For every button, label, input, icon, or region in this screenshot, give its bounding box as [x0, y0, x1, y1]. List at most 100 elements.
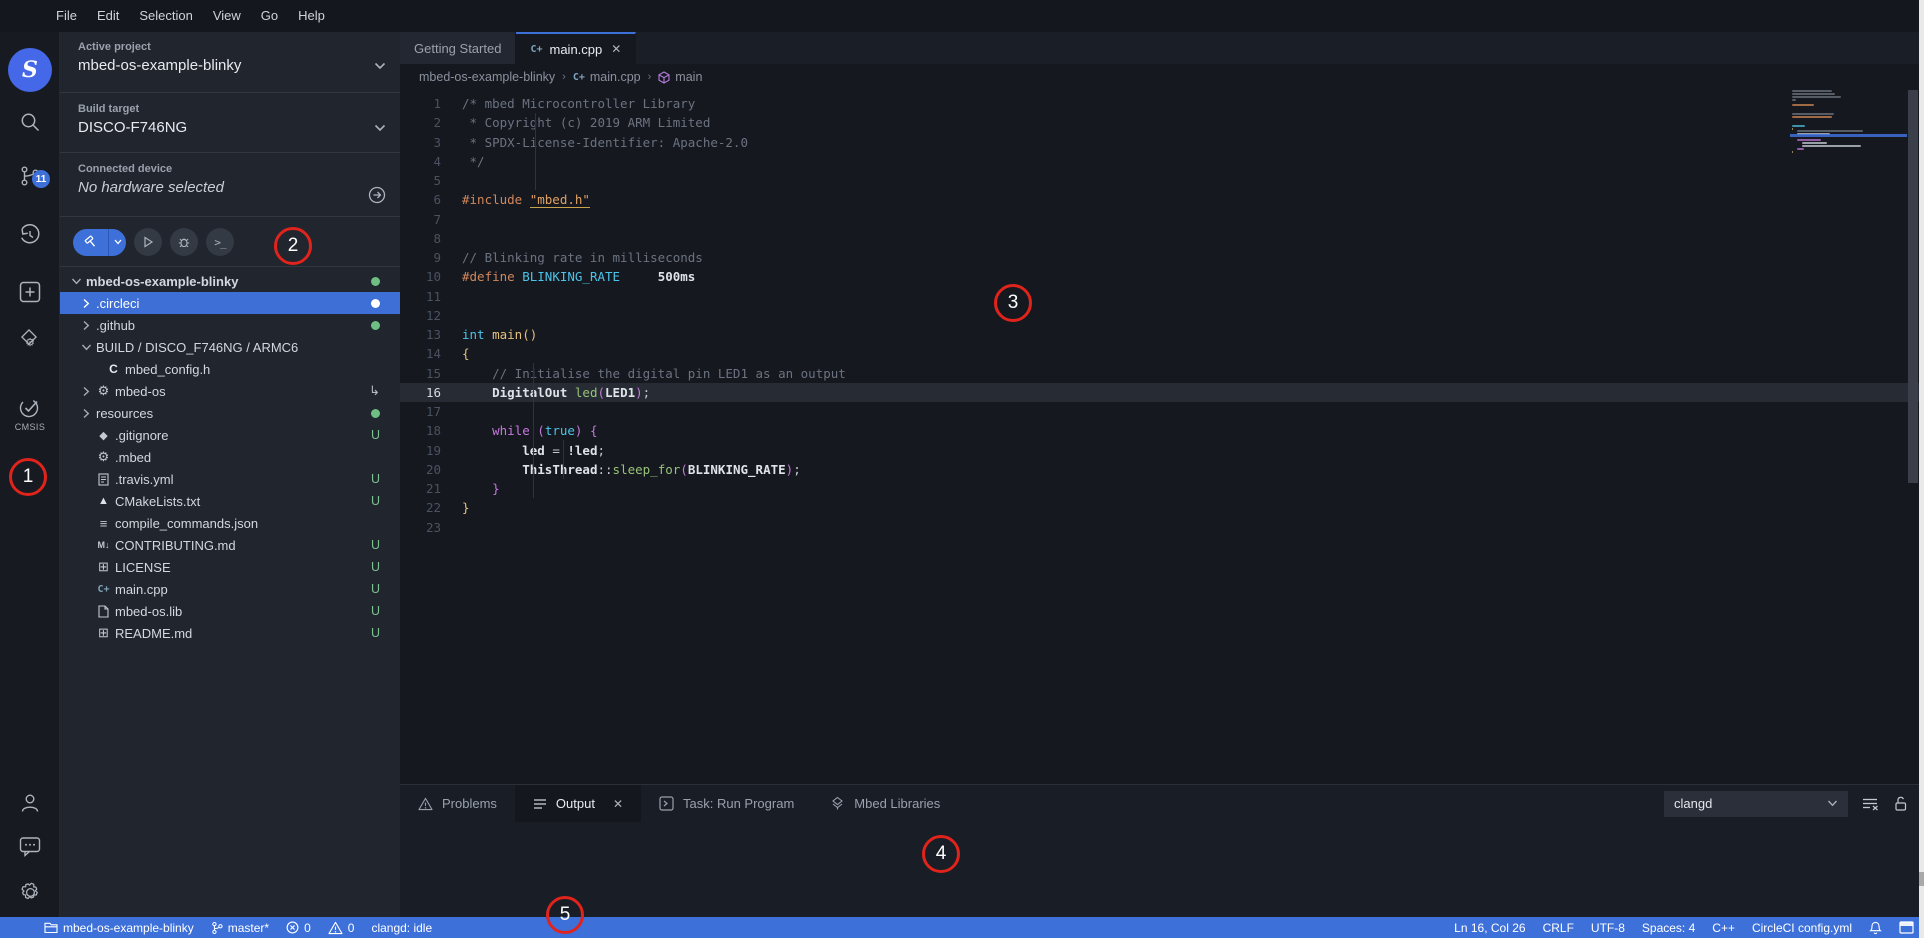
output-panel-body[interactable]	[400, 822, 1924, 918]
window-scrollbar-thumb[interactable]	[1919, 872, 1924, 886]
panel-tab-task-run-program[interactable]: Task: Run Program	[641, 785, 812, 822]
status-c++[interactable]: C++	[1712, 921, 1735, 935]
menu-edit[interactable]: Edit	[87, 0, 129, 32]
terminal-button[interactable]: >_	[206, 228, 234, 256]
code-line-4[interactable]: 4 */	[400, 152, 1924, 171]
status-0[interactable]: 0	[286, 921, 311, 935]
cmsis-icon[interactable]: CMSIS	[0, 389, 60, 437]
tree-item--gitignore[interactable]: ◆.gitignoreU	[60, 424, 400, 446]
code-line-22[interactable]: 22}	[400, 498, 1924, 517]
build-target-section[interactable]: Build target DISCO-F746NG	[60, 94, 400, 153]
chevron-right-icon[interactable]	[78, 408, 94, 419]
breadcrumb-item[interactable]: main	[658, 70, 702, 84]
search-icon[interactable]	[0, 105, 60, 139]
panel-tab-problems[interactable]: Problems	[400, 785, 515, 822]
code-line-2[interactable]: 2 * Copyright (c) 2019 ARM Limited	[400, 113, 1924, 132]
menu-selection[interactable]: Selection	[129, 0, 202, 32]
status-bell[interactable]	[1869, 921, 1882, 935]
code-line-20[interactable]: 20 ThisThread::sleep_for(BLINKING_RATE);	[400, 460, 1924, 479]
build-split-button[interactable]	[73, 229, 126, 256]
status-layout-panel[interactable]	[1899, 921, 1914, 934]
status-utf-8[interactable]: UTF-8	[1591, 921, 1625, 935]
tree-item-readme-md[interactable]: ⊞README.mdU	[60, 622, 400, 644]
status-master-[interactable]: master*	[211, 921, 269, 935]
code-line-18[interactable]: 18 while (true) {	[400, 421, 1924, 440]
new-project-icon[interactable]	[0, 275, 60, 309]
account-icon[interactable]	[0, 786, 60, 820]
tree-item-compile-commands-json[interactable]: ≡compile_commands.json	[60, 512, 400, 534]
status-clangd-idle[interactable]: clangd: idle	[371, 921, 432, 935]
settings-icon[interactable]	[0, 875, 60, 909]
tree-item-license[interactable]: ⊞LICENSEU	[60, 556, 400, 578]
close-icon[interactable]: ✕	[613, 797, 623, 811]
breadcrumb-item[interactable]: C+main.cpp	[573, 70, 641, 84]
code-line-3[interactable]: 3 * SPDX-License-Identifier: Apache-2.0	[400, 133, 1924, 152]
menu-help[interactable]: Help	[288, 0, 335, 32]
tree-item-contributing-md[interactable]: M↓CONTRIBUTING.mdU	[60, 534, 400, 556]
status-circleci-config-yml[interactable]: CircleCI config.yml	[1752, 921, 1852, 935]
code-line-14[interactable]: 14{	[400, 344, 1924, 363]
code-line-1[interactable]: 1/* mbed Microcontroller Library	[400, 94, 1924, 113]
status-ln-16-col-26[interactable]: Ln 16, Col 26	[1454, 921, 1525, 935]
tree-item--github[interactable]: .github	[60, 314, 400, 336]
chevron-down-icon[interactable]	[78, 343, 94, 351]
panel-tab-mbed-libraries[interactable]: Mbed Libraries	[812, 785, 958, 822]
build-hammer-icon[interactable]	[73, 229, 109, 256]
code-line-5[interactable]: 5	[400, 171, 1924, 190]
code-line-23[interactable]: 23	[400, 518, 1924, 537]
menu-go[interactable]: Go	[251, 0, 288, 32]
window-scrollbar[interactable]	[1919, 0, 1924, 938]
arrow-circle-right-icon[interactable]	[368, 186, 386, 204]
code-line-7[interactable]: 7	[400, 210, 1924, 229]
source-control-icon[interactable]: 11	[0, 159, 60, 193]
panel-tab-output[interactable]: Output✕	[515, 785, 641, 822]
feedback-icon[interactable]	[0, 829, 60, 863]
code-line-11[interactable]: 11	[400, 287, 1924, 306]
tree-item-resources[interactable]: resources	[60, 402, 400, 424]
chevron-down-icon[interactable]	[374, 124, 386, 132]
code-editor[interactable]: 1/* mbed Microcontroller Library2 * Copy…	[400, 90, 1924, 784]
connected-device-section[interactable]: Connected device No hardware selected	[60, 154, 400, 217]
code-line-21[interactable]: 21 }	[400, 479, 1924, 498]
history-icon[interactable]	[0, 218, 60, 252]
chevron-right-icon[interactable]	[78, 320, 94, 331]
tree-item--mbed[interactable]: ⚙.mbed	[60, 446, 400, 468]
status-mbed-os-example-blinky[interactable]: mbed-os-example-blinky	[44, 921, 194, 935]
tree-item--travis-yml[interactable]: .travis.ymlU	[60, 468, 400, 490]
minimap[interactable]	[1790, 90, 1907, 784]
build-dropdown-chevron-icon[interactable]	[109, 229, 126, 256]
code-line-8[interactable]: 8	[400, 229, 1924, 248]
tree-item-cmakelists-txt[interactable]: ▲CMakeLists.txtU	[60, 490, 400, 512]
tree-item-main-cpp[interactable]: C+main.cppU	[60, 578, 400, 600]
language-server-select[interactable]: clangd	[1664, 791, 1848, 817]
tree-item--circleci[interactable]: .circleci	[60, 292, 400, 314]
active-project-section[interactable]: Active project mbed-os-example-blinky	[60, 32, 400, 93]
debug-button[interactable]	[170, 228, 198, 256]
tab-main-cpp[interactable]: C+main.cpp✕	[516, 32, 636, 64]
code-line-17[interactable]: 17	[400, 402, 1924, 421]
editor-scrollbar[interactable]	[1908, 90, 1918, 483]
breadcrumb[interactable]: mbed-os-example-blinky›C+main.cpp›main	[400, 64, 1924, 90]
clear-output-icon[interactable]	[1862, 797, 1879, 811]
chevron-right-icon[interactable]	[78, 386, 94, 397]
status-spaces-4[interactable]: Spaces: 4	[1642, 921, 1695, 935]
code-line-15[interactable]: 15 // Initialise the digital pin LED1 as…	[400, 364, 1924, 383]
code-line-9[interactable]: 9// Blinking rate in milliseconds	[400, 248, 1924, 267]
hardware-icon[interactable]: ⚙	[0, 321, 60, 355]
studio-logo-icon[interactable]: S	[0, 48, 60, 92]
tree-item-mbed-os[interactable]: ⚙mbed-os↳	[60, 380, 400, 402]
tree-item-build-disco-f746ng-armc6[interactable]: BUILD / DISCO_F746NG / ARMC6	[60, 336, 400, 358]
status-crlf[interactable]: CRLF	[1543, 921, 1574, 935]
tree-item-mbed-os-example-blinky[interactable]: mbed-os-example-blinky	[60, 270, 400, 292]
breadcrumb-item[interactable]: mbed-os-example-blinky	[419, 70, 555, 84]
run-button[interactable]	[134, 228, 162, 256]
code-line-12[interactable]: 12	[400, 306, 1924, 325]
chevron-down-icon[interactable]	[374, 62, 386, 70]
menu-view[interactable]: View	[203, 0, 251, 32]
code-line-19[interactable]: 19 led = !led;	[400, 441, 1924, 460]
code-line-16[interactable]: 16 DigitalOut led(LED1);	[400, 383, 1924, 402]
status-0[interactable]: 0	[328, 921, 355, 935]
tree-item-mbed-config-h[interactable]: Cmbed_config.h	[60, 358, 400, 380]
chevron-down-icon[interactable]	[68, 277, 84, 285]
code-line-10[interactable]: 10#define BLINKING_RATE 500ms	[400, 267, 1924, 286]
